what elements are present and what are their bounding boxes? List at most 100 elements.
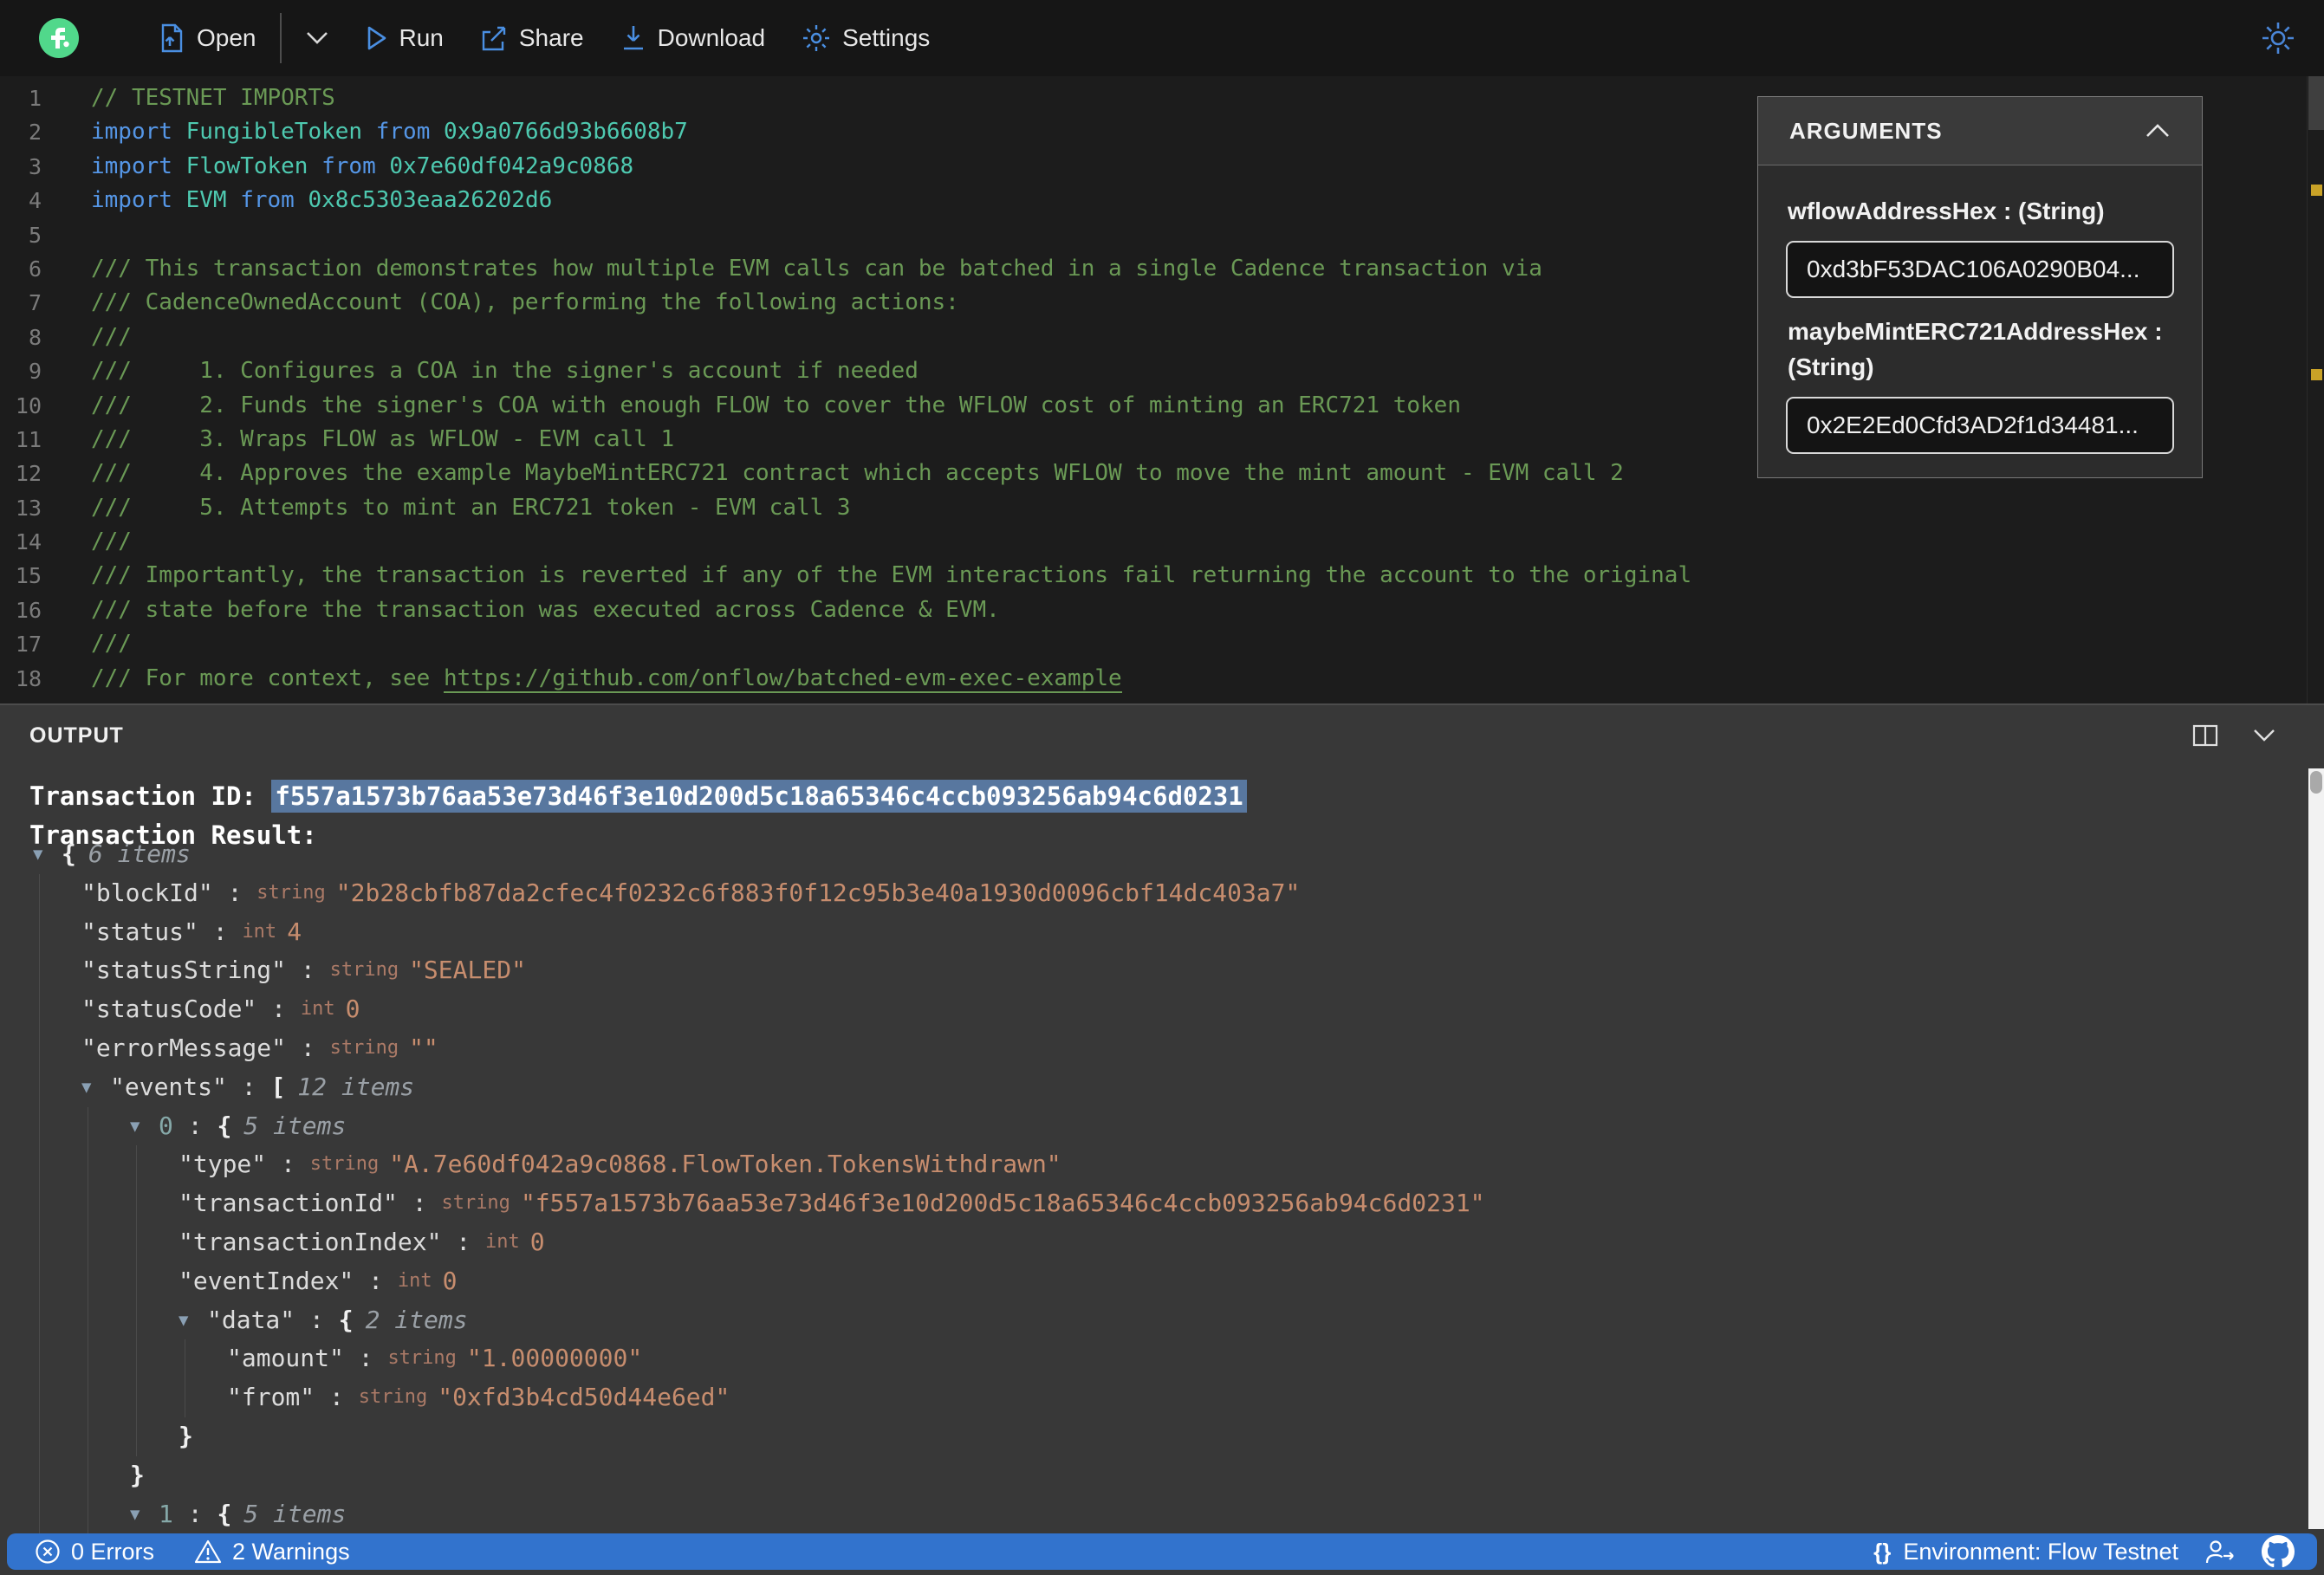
code-token: /// [91, 323, 132, 350]
argument-input-maybeMintERC721AddressHex[interactable] [1786, 397, 2174, 454]
indent-guide [39, 1184, 40, 1223]
expander-triangle-icon[interactable]: ▼ [33, 835, 62, 874]
value-type-label: int [485, 1230, 520, 1253]
json-value: "" [409, 1033, 438, 1062]
argument-label-maybeMintERC721AddressHex: maybeMintERC721AddressHex : (String) [1788, 318, 2163, 380]
sun-icon [2262, 23, 2294, 54]
download-label: Download [657, 24, 766, 51]
code-link[interactable]: https://github.com/onflow/batched-evm-ex… [444, 664, 1122, 693]
code-token: /// [91, 631, 132, 658]
code-token: /// 5. Attempts to mint an ERC721 token … [91, 494, 851, 521]
output-panel: OUTPUT Transaction ID: f557a1573b76aa53e… [0, 703, 2324, 1575]
json-key: "eventIndex" [179, 1266, 354, 1295]
transaction-id-value: f557a1573b76aa53e73d46f3e10d200d5c18a653… [271, 780, 1247, 813]
argument-input-wflowAddressHex[interactable] [1786, 241, 2174, 298]
colon: : [315, 1383, 359, 1412]
line-number: 5 [28, 222, 42, 248]
indent-guide [136, 1416, 137, 1456]
arguments-panel-header[interactable]: ARGUMENTS [1758, 97, 2202, 165]
json-tree-row: ▼ "data" : {2 items [0, 1300, 2288, 1340]
json-key: "errorMessage" [81, 1033, 287, 1062]
open-menu-chevron[interactable] [287, 12, 347, 64]
json-tree-row: ▼ 1 : {5 items [0, 1494, 2288, 1534]
code-token: /// 1. Configures a COA in the signer's … [91, 358, 919, 385]
settings-button[interactable]: Settings [783, 12, 948, 64]
feedback-icon[interactable] [2204, 1538, 2236, 1565]
line-number: 12 [15, 461, 42, 487]
indent-guide [39, 1455, 40, 1495]
github-icon[interactable] [2262, 1535, 2295, 1568]
code-text: /// For more context, see https://github… [91, 662, 1122, 696]
code-text: /// This transaction demonstrates how mu… [91, 252, 1542, 286]
colon: : [266, 1150, 310, 1179]
opening-bracket: { [217, 1111, 232, 1140]
closing-bracket: } [130, 1460, 145, 1489]
code-token: /// CadenceOwnedAccount (COA), performin… [91, 289, 959, 316]
value-type-label: int [242, 920, 277, 943]
code-text: /// state before the transaction was exe… [91, 593, 1000, 627]
download-button[interactable]: Download [602, 12, 784, 64]
code-text: /// Importantly, the transaction is reve… [91, 559, 1691, 593]
expander-triangle-icon[interactable]: ▼ [81, 1068, 110, 1107]
opening-bracket: [ [270, 1072, 286, 1101]
run-button[interactable]: Run [347, 12, 462, 64]
indent-guide [136, 1222, 137, 1262]
run-icon [367, 26, 386, 50]
collapse-output-chevron-icon[interactable] [2253, 729, 2275, 742]
items-count: 2 items [365, 1305, 468, 1334]
indent-guide [39, 951, 40, 991]
arguments-panel: ARGUMENTS wflowAddressHex : (String) may… [1757, 96, 2203, 478]
arguments-body: wflowAddressHex : (String) maybeMintERC7… [1758, 165, 2202, 490]
toolbar: Open Run Share Download Settings [0, 0, 2324, 76]
indent-guide [136, 1184, 137, 1223]
line-number: 13 [15, 495, 42, 521]
code-text: import FungibleToken from 0x9a0766d93b66… [91, 115, 688, 149]
open-button[interactable]: Open [140, 12, 275, 64]
error-icon [36, 1539, 60, 1564]
code-text: /// CadenceOwnedAccount (COA), performin… [91, 286, 959, 320]
indent-guide [136, 1145, 137, 1185]
indent-guide [39, 1494, 40, 1534]
line-number: 1 [28, 86, 42, 111]
indent-guide [39, 1416, 40, 1456]
code-token: FlowToken [185, 152, 322, 179]
code-text: /// [91, 525, 132, 559]
colon: : [172, 1111, 217, 1140]
expander-triangle-icon[interactable]: ▼ [130, 1107, 159, 1146]
json-tree-row: "statusString" : string "SEALED" [0, 951, 2288, 991]
json-key: "blockId" [81, 878, 213, 907]
status-bar: 0 Errors 2 Warnings {} Environment: Flow… [7, 1533, 2317, 1570]
json-value: "1.00000000" [466, 1344, 643, 1373]
transaction-result-tree: ▼{6 items "blockId" : string "2b28cbfb87da… [0, 835, 2288, 1534]
split-panel-icon[interactable] [2192, 724, 2218, 747]
line-number: 14 [15, 529, 42, 555]
json-key: "status" [81, 917, 198, 946]
output-scrollbar[interactable] [2308, 768, 2324, 1529]
code-token: // TESTNET IMPORTS [91, 85, 335, 111]
editor-scrollbar[interactable] [2307, 76, 2324, 703]
expander-triangle-icon[interactable]: ▼ [179, 1301, 207, 1340]
json-tree-row: "transactionId" : string "f557a1573b76aa5… [0, 1184, 2288, 1223]
json-value: "0xfd3b4cd50d44e6ed" [438, 1383, 730, 1412]
warnings-status[interactable]: 2 Warnings [194, 1539, 350, 1565]
output-scrollbar-thumb[interactable] [2310, 771, 2322, 794]
errors-count: 0 Errors [71, 1538, 155, 1565]
braces-icon: {} [1873, 1538, 1892, 1565]
editor-scrollbar-thumb[interactable] [2308, 76, 2324, 130]
errors-status[interactable]: 0 Errors [35, 1539, 154, 1565]
environment-indicator[interactable]: {} Environment: Flow Testnet [1873, 1539, 2178, 1565]
code-token: import [91, 187, 186, 214]
flow-logo[interactable] [39, 18, 79, 58]
chevron-up-icon[interactable] [2145, 123, 2171, 139]
code-text: // TESTNET IMPORTS [91, 81, 335, 115]
expander-triangle-icon[interactable]: ▼ [130, 1495, 159, 1534]
theme-toggle-button[interactable] [2260, 20, 2296, 56]
json-value: 0 [345, 995, 360, 1024]
indent-guide [39, 873, 40, 913]
share-button[interactable]: Share [462, 12, 602, 64]
opening-bracket: { [338, 1305, 354, 1334]
json-key: "statusString" [81, 956, 287, 985]
code-token: EVM [185, 187, 241, 214]
json-key: "transactionIndex" [179, 1227, 442, 1256]
code-text: /// 4. Approves the example MaybeMintERC… [91, 457, 1624, 490]
